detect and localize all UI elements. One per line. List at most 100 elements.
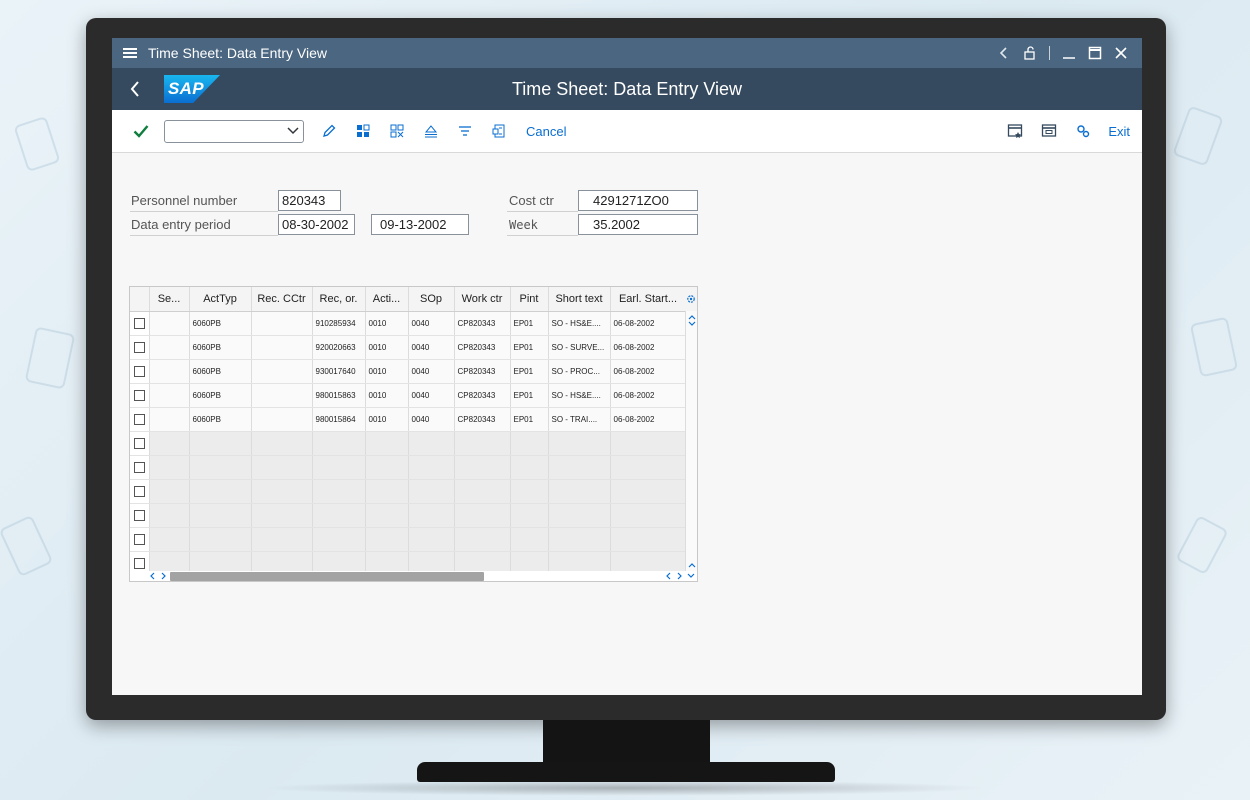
table-cell[interactable] (365, 527, 409, 552)
table-cell[interactable] (312, 431, 366, 456)
table-cell[interactable]: CP820343 (454, 335, 511, 360)
table-row[interactable] (130, 527, 687, 552)
row-checkbox[interactable] (133, 341, 145, 353)
table-cell[interactable]: 910285934 (312, 311, 366, 336)
menu-button[interactable] (112, 38, 148, 68)
table-row[interactable]: 6060PB 980015863 0010 0040 CP820343 EP01 SO - … (130, 383, 687, 408)
cancel-button[interactable]: Cancel (526, 124, 566, 139)
table-cell[interactable]: 0010 (365, 383, 409, 408)
table-cell[interactable]: CP820343 (454, 311, 511, 336)
table-cell[interactable]: 0010 (365, 311, 409, 336)
table-cell[interactable]: SO - SURVE... (548, 335, 611, 360)
table-cell[interactable]: EP01 (510, 335, 549, 360)
sort-button[interactable] (414, 116, 448, 146)
table-cell[interactable] (454, 503, 511, 528)
select-all-button[interactable] (346, 116, 380, 146)
table-cell[interactable] (365, 431, 409, 456)
rec-cctr-column-header[interactable]: Rec. CCtr (251, 287, 313, 312)
chevron-right-icon[interactable] (159, 571, 167, 581)
table-cell[interactable] (454, 455, 511, 480)
settings-button[interactable] (1066, 116, 1100, 146)
table-cell[interactable] (610, 527, 687, 552)
table-cell[interactable] (149, 407, 190, 432)
table-cell[interactable] (312, 455, 366, 480)
chevron-right-icon[interactable] (675, 571, 683, 581)
table-cell[interactable] (149, 383, 190, 408)
table-cell[interactable]: CP820343 (454, 383, 511, 408)
command-field[interactable] (164, 119, 304, 143)
table-cell[interactable]: 0040 (408, 407, 455, 432)
table-cell[interactable] (454, 479, 511, 504)
deselect-all-button[interactable] (380, 116, 414, 146)
table-cell[interactable] (408, 503, 455, 528)
select-column-header[interactable] (130, 287, 150, 312)
exit-button[interactable]: Exit (1108, 124, 1130, 139)
table-cell[interactable]: EP01 (510, 359, 549, 384)
table-cell[interactable]: CP820343 (454, 407, 511, 432)
table-cell[interactable] (365, 479, 409, 504)
chevron-left-icon[interactable] (149, 571, 157, 581)
table-cell[interactable] (251, 335, 313, 360)
table-cell[interactable] (548, 431, 611, 456)
table-cell[interactable] (548, 455, 611, 480)
table-cell[interactable] (251, 503, 313, 528)
table-cell[interactable] (149, 527, 190, 552)
table-row[interactable]: 6060PB 930017640 0010 0040 CP820343 EP01 SO - … (130, 359, 687, 384)
rec-order-column-header[interactable]: Rec, or. (312, 287, 366, 312)
table-cell[interactable]: 0040 (408, 311, 455, 336)
table-cell[interactable]: 06-08-2002 (610, 335, 687, 360)
table-cell[interactable] (149, 311, 190, 336)
table-cell[interactable]: EP01 (510, 383, 549, 408)
maximize-button[interactable] (1082, 38, 1108, 68)
minimize-button[interactable] (1056, 38, 1082, 68)
table-cell[interactable] (251, 479, 313, 504)
row-checkbox[interactable] (133, 533, 145, 545)
table-cell[interactable]: 6060PB (189, 359, 252, 384)
table-row[interactable] (130, 431, 687, 456)
table-row[interactable] (130, 503, 687, 528)
table-cell[interactable]: SO - HS&E.... (548, 383, 611, 408)
table-cell[interactable]: 06-08-2002 (610, 383, 687, 408)
sop-column-header[interactable]: SOp (408, 287, 455, 312)
row-selector[interactable] (130, 407, 150, 432)
table-cell[interactable] (149, 359, 190, 384)
table-cell[interactable] (149, 335, 190, 360)
table-cell[interactable]: 980015863 (312, 383, 366, 408)
table-cell[interactable] (510, 431, 549, 456)
activity-column-header[interactable]: Acti... (365, 287, 409, 312)
table-cell[interactable] (251, 359, 313, 384)
table-row[interactable] (130, 455, 687, 480)
personnel-number-field[interactable]: 820343 (278, 190, 341, 211)
table-cell[interactable] (548, 503, 611, 528)
table-cell[interactable] (610, 479, 687, 504)
chevron-down-icon[interactable] (687, 320, 697, 328)
period-from-field[interactable]: 08-30-2002 (278, 214, 355, 235)
table-row[interactable]: 6060PB 910285934 0010 0040 CP820343 EP01 SO - … (130, 311, 687, 336)
row-selector[interactable] (130, 455, 150, 480)
table-cell[interactable] (408, 455, 455, 480)
chevron-left-icon[interactable] (665, 571, 673, 581)
table-cell[interactable]: 0010 (365, 335, 409, 360)
details-button[interactable] (482, 116, 516, 146)
table-cell[interactable]: 6060PB (189, 383, 252, 408)
acttype-column-header[interactable]: ActTyp (189, 287, 252, 312)
table-cell[interactable] (408, 479, 455, 504)
table-cell[interactable]: 0040 (408, 335, 455, 360)
table-cell[interactable] (189, 503, 252, 528)
row-checkbox[interactable] (133, 317, 145, 329)
table-cell[interactable] (189, 431, 252, 456)
table-cell[interactable]: EP01 (510, 407, 549, 432)
table-cell[interactable]: 06-08-2002 (610, 407, 687, 432)
table-row[interactable] (130, 479, 687, 504)
table-cell[interactable] (251, 527, 313, 552)
scrollbar-thumb[interactable] (170, 572, 484, 581)
table-cell[interactable] (454, 527, 511, 552)
row-selector[interactable] (130, 503, 150, 528)
row-checkbox[interactable] (133, 557, 145, 569)
horizontal-scrollbar[interactable] (130, 571, 697, 581)
table-cell[interactable] (189, 527, 252, 552)
table-cell[interactable] (408, 527, 455, 552)
row-checkbox[interactable] (133, 437, 145, 449)
row-selector[interactable] (130, 335, 150, 360)
row-selector[interactable] (130, 431, 150, 456)
